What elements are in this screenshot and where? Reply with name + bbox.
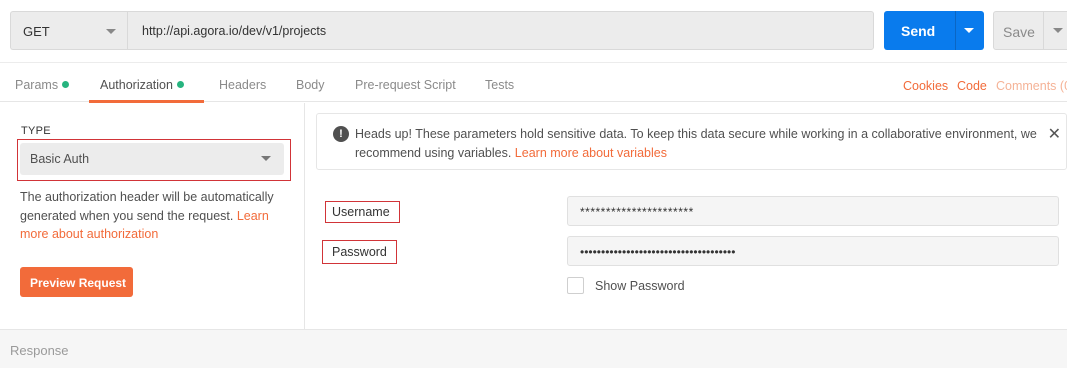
save-options-chevron-icon[interactable]	[1053, 28, 1063, 33]
alert-info-icon: !	[333, 126, 349, 142]
response-panel[interactable]: Response	[0, 329, 1067, 368]
type-label: TYPE	[21, 125, 51, 137]
auth-description-text: The authorization header will be automat…	[20, 190, 274, 223]
chevron-down-icon	[106, 29, 116, 34]
preview-request-label: Preview Request	[30, 276, 127, 290]
auth-type-panel: TYPE Basic Auth The authorization header…	[0, 103, 305, 329]
request-bar: GET http://api.agora.io/dev/v1/projects …	[0, 0, 1067, 62]
username-value: **********************	[580, 205, 694, 219]
preview-request-button[interactable]: Preview Request	[20, 267, 133, 297]
highlight-box-username	[325, 201, 400, 223]
highlight-box-auth-type	[17, 139, 291, 181]
username-input[interactable]: **********************	[567, 196, 1059, 226]
save-button[interactable]: Save	[993, 11, 1067, 50]
sensitive-data-alert: ! Heads up! These parameters hold sensit…	[316, 113, 1067, 170]
alert-text: Heads up! These parameters hold sensitiv…	[355, 127, 1037, 160]
cookies-link[interactable]: Cookies	[903, 79, 948, 93]
tab-authorization-status-dot	[176, 81, 184, 88]
learn-more-variables-link[interactable]: Learn more about variables	[515, 146, 667, 160]
tab-params-label: Params	[15, 78, 59, 92]
url-text: http://api.agora.io/dev/v1/projects	[142, 24, 327, 38]
response-label: Response	[10, 343, 69, 358]
method-label: GET	[23, 24, 50, 39]
highlight-box-password	[322, 240, 397, 264]
send-label: Send	[901, 23, 936, 39]
password-input[interactable]: •••••••••••••••••••••••••••••••••••••	[567, 236, 1059, 266]
url-input[interactable]: http://api.agora.io/dev/v1/projects	[127, 11, 874, 50]
close-icon[interactable]: ✕	[1048, 124, 1061, 144]
tab-tests[interactable]: Tests	[485, 78, 514, 92]
password-value: •••••••••••••••••••••••••••••••••••••	[580, 245, 736, 259]
tab-params-status-dot	[62, 81, 70, 88]
save-divider	[1043, 12, 1044, 49]
show-password-label[interactable]: Show Password	[595, 279, 685, 293]
tab-pre-request-script[interactable]: Pre-request Script	[355, 78, 456, 92]
tab-body[interactable]: Body	[296, 78, 325, 92]
request-tabs: Params Authorization Headers Body Pre-re…	[0, 62, 1067, 103]
alert-message: Heads up! These parameters hold sensitiv…	[355, 125, 1045, 163]
save-label: Save	[1003, 24, 1035, 40]
comments-link[interactable]: Comments (0	[996, 79, 1067, 93]
code-link[interactable]: Code	[957, 79, 987, 93]
tab-params[interactable]: Params	[15, 78, 70, 92]
auth-description: The authorization header will be automat…	[20, 188, 290, 244]
send-options-chevron-icon[interactable]	[964, 28, 974, 33]
method-select[interactable]: GET	[10, 11, 127, 50]
tab-headers[interactable]: Headers	[219, 78, 266, 92]
tab-authorization-label: Authorization	[100, 78, 173, 92]
send-button[interactable]: Send	[884, 11, 984, 50]
tab-authorization[interactable]: Authorization	[100, 78, 184, 92]
show-password-checkbox[interactable]	[567, 277, 584, 294]
send-divider	[955, 11, 956, 50]
